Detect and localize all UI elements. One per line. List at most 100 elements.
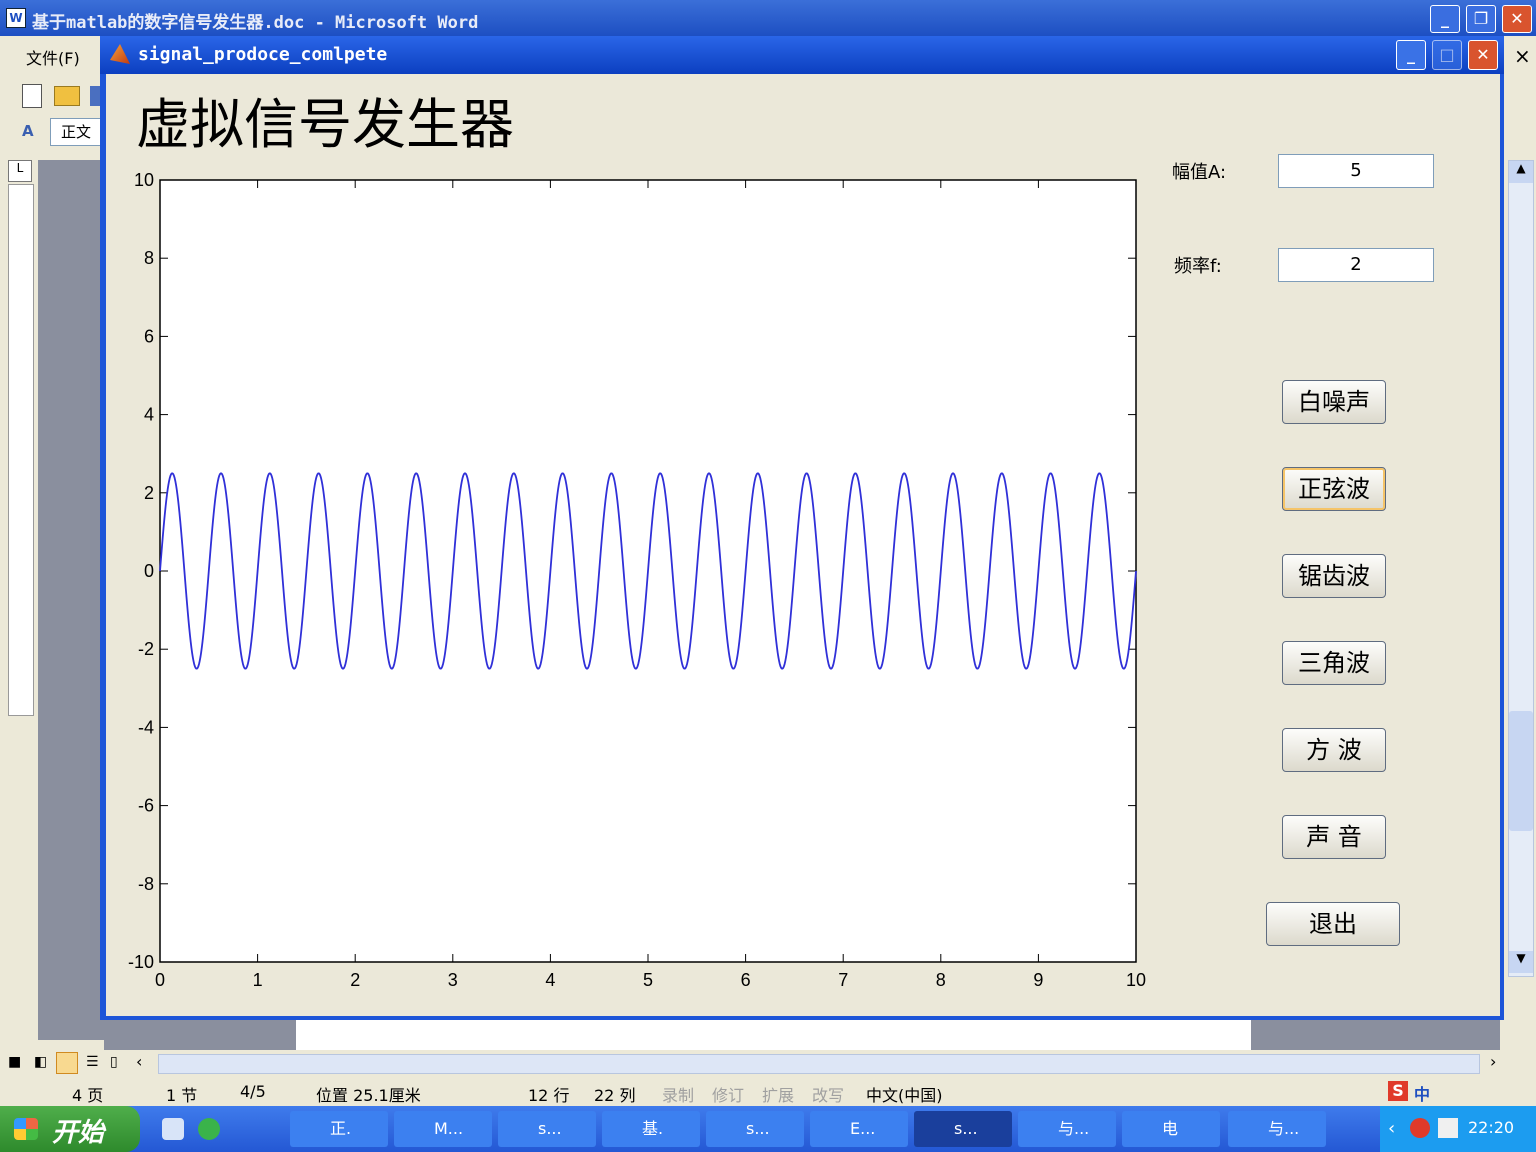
y-tick-label: 2 xyxy=(144,483,154,503)
y-tick-label: -10 xyxy=(128,952,154,972)
y-tick-label: -2 xyxy=(138,639,154,659)
x-tick-label: 4 xyxy=(545,970,555,990)
open-folder-icon[interactable] xyxy=(54,86,80,106)
status-rec[interactable]: 录制 xyxy=(662,1082,694,1106)
network-tray-icon[interactable] xyxy=(1438,1118,1458,1138)
x-tick-label: 0 xyxy=(155,970,165,990)
taskbar-item-1[interactable]: 正. xyxy=(290,1111,388,1147)
figure-title-bar[interactable]: signal_prodoce_comlpete _ □ ✕ xyxy=(100,36,1504,74)
word-window-title: 基于matlab的数字信号发生器.doc - Microsoft Word xyxy=(32,13,479,33)
status-trk[interactable]: 修订 xyxy=(712,1082,744,1106)
taskbar-item-8[interactable]: 与... xyxy=(1018,1111,1116,1147)
horizontal-scroll-track[interactable] xyxy=(158,1054,1480,1074)
scroll-right-icon[interactable]: › xyxy=(1490,1052,1496,1071)
y-tick-label: 10 xyxy=(134,170,154,190)
close-document-icon[interactable]: × xyxy=(1514,44,1531,68)
styles-icon[interactable]: A xyxy=(22,122,34,140)
triangle-wave-button[interactable]: 三角波 xyxy=(1282,641,1386,685)
figure-window-title: signal_prodoce_comlpete xyxy=(138,44,388,65)
y-tick-label: 0 xyxy=(144,561,154,581)
browser-quicklaunch-icon[interactable] xyxy=(198,1118,220,1140)
sound-button[interactable]: 声 音 xyxy=(1282,815,1386,859)
white-noise-button[interactable]: 白噪声 xyxy=(1282,380,1386,424)
figure-minimize-button[interactable]: _ xyxy=(1396,40,1426,70)
taskbar-item-6[interactable]: E... xyxy=(810,1111,908,1147)
word-app-icon: W xyxy=(6,8,26,28)
x-tick-label: 3 xyxy=(448,970,458,990)
taskbar-item-5[interactable]: s... xyxy=(706,1111,804,1147)
amplitude-input[interactable]: 5 xyxy=(1278,154,1434,188)
exit-button[interactable]: 退出 xyxy=(1266,902,1400,946)
tray-expand-icon[interactable]: ‹ xyxy=(1388,1118,1395,1139)
x-tick-label: 1 xyxy=(253,970,263,990)
status-section: 1 节 xyxy=(166,1086,198,1105)
status-language: 中文(中国) xyxy=(866,1086,943,1105)
sine-wave-button[interactable]: 正弦波 xyxy=(1282,467,1386,511)
scroll-thumb[interactable] xyxy=(1509,711,1533,831)
taskbar-item-4[interactable]: 基. xyxy=(602,1111,700,1147)
word-vertical-scrollbar[interactable]: ▲ ▼ xyxy=(1508,160,1534,977)
scroll-left-icon[interactable]: ‹ xyxy=(136,1052,142,1071)
clock: 22:20 xyxy=(1468,1118,1515,1137)
signal-axes: 0 1 2 3 4 5 6 7 8 9 10 10 8 6 4 2 0 -2 -4 -6 -8 -10 xyxy=(128,170,1146,990)
x-tick-label: 2 xyxy=(350,970,360,990)
x-tick-label: 8 xyxy=(936,970,946,990)
taskbar-item-9[interactable]: 电 xyxy=(1122,1111,1220,1147)
status-ovr[interactable]: 改写 xyxy=(812,1082,844,1106)
normal-view-icon[interactable]: ■ xyxy=(8,1054,21,1070)
scroll-up-icon[interactable]: ▲ xyxy=(1509,161,1533,183)
sawtooth-wave-button[interactable]: 锯齿波 xyxy=(1282,554,1386,598)
taskbar-item-10[interactable]: 与... xyxy=(1228,1111,1326,1147)
word-formatting-toolbar: A 正文 xyxy=(4,116,102,150)
new-document-icon[interactable] xyxy=(22,84,42,108)
web-view-icon[interactable]: ◧ xyxy=(34,1054,47,1070)
y-tick-label: -6 xyxy=(138,796,154,816)
reading-view-icon[interactable]: ▯ xyxy=(110,1054,118,1070)
square-wave-button[interactable]: 方 波 xyxy=(1282,728,1386,772)
amplitude-label: 幅值A: xyxy=(1172,162,1227,183)
start-label: 开始 xyxy=(52,1118,105,1148)
figure-close-button[interactable]: ✕ xyxy=(1468,40,1498,70)
word-restore-button[interactable]: ❐ xyxy=(1466,5,1496,33)
word-title-bar: W 基于matlab的数字信号发生器.doc - Microsoft Word … xyxy=(0,0,1536,36)
y-tick-label: 4 xyxy=(144,405,154,425)
word-standard-toolbar xyxy=(4,78,102,114)
vertical-ruler xyxy=(8,184,34,716)
tab-selector-icon[interactable]: L xyxy=(8,160,32,182)
scroll-down-icon[interactable]: ▼ xyxy=(1509,951,1533,973)
show-desktop-icon[interactable] xyxy=(162,1118,184,1140)
y-tick-label: 8 xyxy=(144,248,154,268)
outline-view-icon[interactable]: ☰ xyxy=(86,1054,99,1070)
y-tick-label: 6 xyxy=(144,326,154,346)
gui-heading: 虚拟信号发生器 xyxy=(136,93,514,156)
document-page-edge xyxy=(296,1018,1251,1050)
word-minimize-button[interactable]: _ xyxy=(1430,5,1460,33)
frequency-label: 频率f: xyxy=(1174,256,1222,277)
taskbar-item-7-active[interactable]: s... xyxy=(914,1111,1012,1147)
sogou-ime-icon[interactable]: S xyxy=(1388,1081,1408,1101)
x-tick-label: 6 xyxy=(741,970,751,990)
document-background-left xyxy=(38,160,104,1040)
status-page: 4 页 xyxy=(72,1086,104,1105)
taskbar-item-3[interactable]: s... xyxy=(498,1111,596,1147)
x-tick-label: 9 xyxy=(1033,970,1043,990)
status-position: 位置 25.1厘米 xyxy=(316,1086,421,1105)
y-tick-label: -4 xyxy=(138,717,154,737)
status-line: 12 行 xyxy=(528,1086,570,1105)
style-select[interactable]: 正文 xyxy=(50,118,102,146)
word-status-bar: 4 页 1 节 4/5 位置 25.1厘米 12 行 22 列 录制 修订 扩展… xyxy=(0,1076,1536,1106)
word-close-button[interactable]: ✕ xyxy=(1502,5,1532,33)
taskbar-item-2[interactable]: M... xyxy=(394,1111,492,1147)
print-view-icon[interactable] xyxy=(56,1052,78,1074)
windows-logo-icon xyxy=(14,1118,38,1140)
figure-maximize-button[interactable]: □ xyxy=(1432,40,1462,70)
x-tick-label: 5 xyxy=(643,970,653,990)
menu-file[interactable]: 文件(F) xyxy=(26,45,80,69)
start-button[interactable]: 开始 xyxy=(0,1106,140,1152)
ime-chinese-icon[interactable]: 中 xyxy=(1414,1081,1430,1105)
word-horizontal-scrollbar[interactable]: ■ ◧ ☰ ▯ ‹ › xyxy=(0,1050,1536,1076)
matlab-logo-icon xyxy=(110,44,130,64)
frequency-input[interactable]: 2 xyxy=(1278,248,1434,282)
status-ext[interactable]: 扩展 xyxy=(762,1082,794,1106)
qq-tray-icon[interactable] xyxy=(1410,1118,1430,1138)
